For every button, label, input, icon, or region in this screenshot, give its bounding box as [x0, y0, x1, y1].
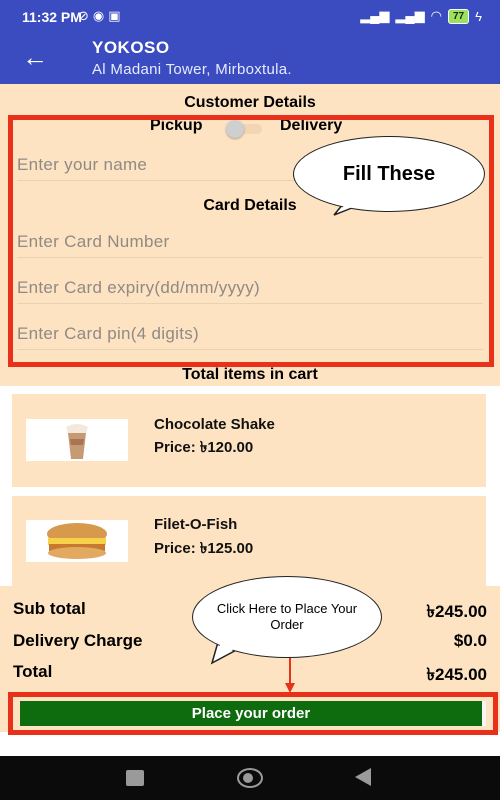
item-name: Chocolate Shake [154, 416, 275, 433]
card-pin-field[interactable] [17, 318, 483, 350]
card-number-field[interactable] [17, 226, 483, 258]
item-price: Price: ৳125.00 [154, 540, 254, 557]
status-time: 11:32 PM [22, 9, 82, 25]
delivery-charge-label: Delivery Charge [13, 631, 143, 650]
notification-icons: ⊘◉▣ [78, 8, 125, 24]
filet-o-fish-image [26, 520, 128, 562]
total-label: Total [13, 662, 53, 681]
messenger-icon: ◉ [92, 8, 109, 23]
sim-icon: ▣ [108, 8, 125, 23]
back-nav-icon[interactable] [355, 768, 371, 786]
pickup-label: Pickup [150, 117, 203, 134]
charging-icon: ϟ [475, 8, 482, 24]
total-value: ৳245.00 [426, 665, 487, 684]
delivery-charge-value: $0.0 [453, 631, 487, 650]
item-name: Filet-O-Fish [154, 516, 238, 533]
screen: 11:32 PM ⊘◉▣ ▂▄▆ ▂▄▆ ◠ 77 ϟ ← YOKOSO Al … [0, 0, 500, 800]
status-bar: 11:32 PM ⊘◉▣ ▂▄▆ ▂▄▆ ◠ 77 ϟ [0, 0, 500, 33]
item-price: Price: ৳120.00 [154, 439, 254, 456]
home-icon[interactable] [237, 768, 263, 788]
page-title: YOKOSO [92, 38, 170, 57]
order-callout-tail-cover [215, 645, 236, 659]
status-right-icons: ▂▄▆ ▂▄▆ ◠ 77 ϟ [360, 8, 482, 24]
fill-callout-tail-cover [337, 201, 368, 213]
delivery-label: Delivery [280, 117, 343, 134]
subtotal-label: Sub total [13, 599, 86, 618]
cart-heading: Total items in cart [182, 366, 318, 383]
signal-icon: ▂▄▆ [395, 8, 425, 23]
page-subtitle: Al Madani Tower, Mirboxtula. [92, 61, 292, 78]
recent-apps-icon[interactable] [126, 770, 144, 786]
system-nav-bar [0, 756, 500, 800]
cart-item[interactable]: Chocolate Shake Price: ৳120.00 [12, 394, 486, 487]
signal-icon: ▂▄▆ [360, 8, 390, 23]
wifi-icon: ◠ [430, 8, 442, 23]
customer-details-heading: Customer Details [184, 94, 316, 111]
app-bar: ← YOKOSO Al Madani Tower, Mirboxtula. [0, 33, 500, 84]
chocolate-shake-image [26, 419, 128, 461]
arrow-left-icon[interactable]: ← [22, 42, 48, 72]
card-expiry-field[interactable] [17, 272, 483, 304]
battery-icon: 77 [447, 8, 470, 24]
pickup-delivery-switch[interactable] [226, 120, 264, 138]
no-sound-icon: ⊘ [78, 8, 93, 23]
subtotal-value: ৳245.00 [426, 602, 487, 621]
switch-thumb [226, 120, 244, 138]
place-order-button[interactable]: Place your order [20, 701, 486, 726]
